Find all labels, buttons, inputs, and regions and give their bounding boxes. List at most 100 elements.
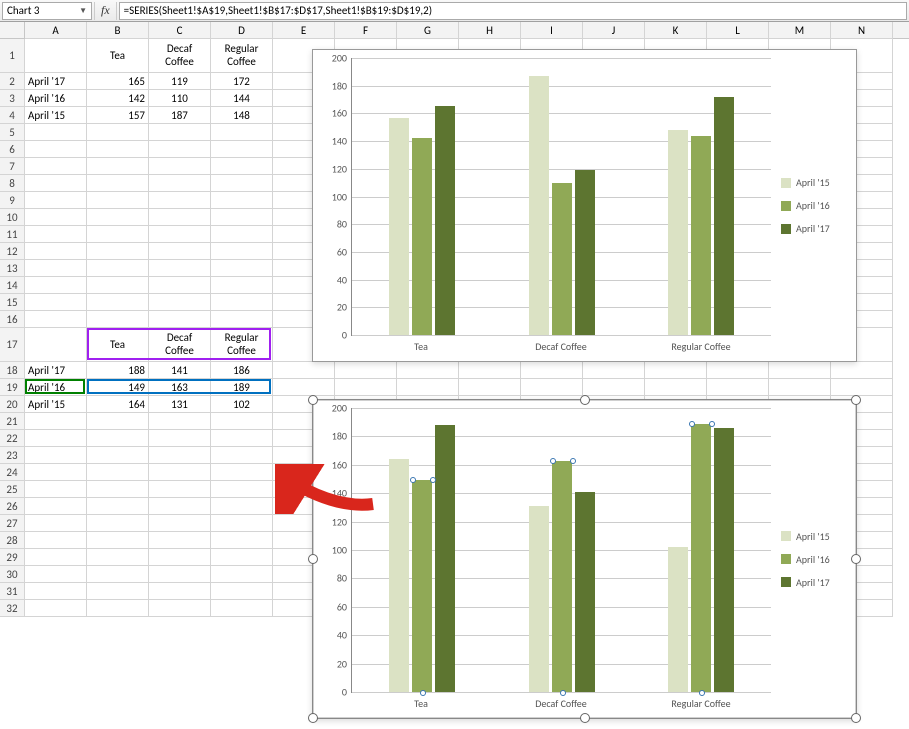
cell[interactable] <box>25 39 87 73</box>
cell[interactable] <box>25 413 87 430</box>
cell[interactable]: 148 <box>211 107 273 124</box>
select-all-corner[interactable] <box>0 22 25 39</box>
bar[interactable] <box>435 425 455 692</box>
cell[interactable] <box>521 379 583 396</box>
row-header[interactable]: 8 <box>0 175 25 192</box>
cell[interactable] <box>149 566 211 583</box>
cell[interactable] <box>583 379 645 396</box>
bar[interactable] <box>668 547 688 692</box>
cell[interactable] <box>87 566 149 583</box>
row-header[interactable]: 10 <box>0 209 25 226</box>
cell[interactable] <box>645 379 707 396</box>
cell[interactable] <box>87 498 149 515</box>
cell[interactable] <box>25 226 87 243</box>
cell[interactable] <box>87 209 149 226</box>
cell[interactable] <box>87 158 149 175</box>
cell[interactable]: 149 <box>87 379 149 396</box>
cell[interactable] <box>273 362 335 379</box>
cell[interactable] <box>87 600 149 617</box>
cell[interactable] <box>211 260 273 277</box>
cell[interactable] <box>645 362 707 379</box>
cell[interactable] <box>459 379 521 396</box>
cell[interactable] <box>211 447 273 464</box>
cell[interactable] <box>211 226 273 243</box>
row-header[interactable]: 2 <box>0 73 25 90</box>
cell[interactable] <box>149 260 211 277</box>
column-header[interactable]: H <box>459 22 521 39</box>
cell[interactable] <box>25 430 87 447</box>
row-header[interactable]: 26 <box>0 498 25 515</box>
row-header[interactable]: 17 <box>0 328 25 362</box>
cell[interactable] <box>25 600 87 617</box>
bar[interactable] <box>575 492 595 692</box>
cell[interactable] <box>707 362 769 379</box>
cell[interactable] <box>87 141 149 158</box>
bar[interactable] <box>389 118 409 335</box>
cell[interactable] <box>149 549 211 566</box>
cell[interactable] <box>149 583 211 600</box>
cell[interactable] <box>25 566 87 583</box>
cell[interactable] <box>149 311 211 328</box>
cell[interactable] <box>211 515 273 532</box>
cell[interactable] <box>583 362 645 379</box>
cell[interactable] <box>211 532 273 549</box>
cell[interactable] <box>397 362 459 379</box>
cell[interactable] <box>149 277 211 294</box>
cell[interactable]: April '15 <box>25 107 87 124</box>
resize-handle[interactable] <box>580 395 590 405</box>
cell[interactable] <box>25 549 87 566</box>
cell[interactable] <box>25 583 87 600</box>
bar[interactable] <box>714 428 734 692</box>
bar[interactable] <box>668 130 688 335</box>
cell[interactable] <box>149 532 211 549</box>
cell[interactable] <box>211 175 273 192</box>
bar[interactable] <box>691 424 711 692</box>
fx-icon[interactable]: fx <box>94 2 117 20</box>
cell[interactable]: Decaf Coffee <box>149 328 211 362</box>
cell[interactable]: Tea <box>87 39 149 73</box>
cell[interactable] <box>25 175 87 192</box>
row-header[interactable]: 1 <box>0 39 25 73</box>
column-header[interactable]: M <box>769 22 831 39</box>
bar[interactable] <box>529 506 549 692</box>
column-header[interactable]: G <box>397 22 459 39</box>
cell[interactable] <box>149 481 211 498</box>
cell[interactable] <box>211 141 273 158</box>
cell[interactable] <box>707 379 769 396</box>
cell[interactable] <box>211 277 273 294</box>
cell[interactable]: 157 <box>87 107 149 124</box>
resize-handle[interactable] <box>851 713 861 723</box>
cell[interactable] <box>831 379 893 396</box>
cell[interactable]: 163 <box>149 379 211 396</box>
cell[interactable] <box>211 192 273 209</box>
cell[interactable] <box>25 464 87 481</box>
cell[interactable] <box>87 192 149 209</box>
cell[interactable] <box>25 481 87 498</box>
column-header[interactable]: B <box>87 22 149 39</box>
row-header[interactable]: 18 <box>0 362 25 379</box>
cell[interactable] <box>273 379 335 396</box>
cell[interactable] <box>211 549 273 566</box>
cell[interactable] <box>211 124 273 141</box>
resize-handle[interactable] <box>580 713 590 723</box>
row-header[interactable]: 22 <box>0 430 25 447</box>
cell[interactable]: 119 <box>149 73 211 90</box>
cell[interactable]: Regular Coffee <box>211 328 273 362</box>
cell[interactable] <box>149 158 211 175</box>
column-header[interactable]: J <box>583 22 645 39</box>
row-header[interactable]: 27 <box>0 515 25 532</box>
row-header[interactable]: 31 <box>0 583 25 600</box>
row-header[interactable]: 24 <box>0 464 25 481</box>
bar[interactable] <box>575 170 595 335</box>
cell[interactable] <box>211 209 273 226</box>
cell[interactable] <box>87 260 149 277</box>
bar[interactable] <box>691 136 711 335</box>
cell[interactable]: 110 <box>149 90 211 107</box>
cell[interactable] <box>149 447 211 464</box>
row-header[interactable]: 15 <box>0 294 25 311</box>
cell[interactable] <box>211 413 273 430</box>
cell[interactable] <box>397 379 459 396</box>
bar[interactable] <box>435 106 455 335</box>
cell[interactable] <box>211 583 273 600</box>
cell[interactable] <box>25 328 87 362</box>
